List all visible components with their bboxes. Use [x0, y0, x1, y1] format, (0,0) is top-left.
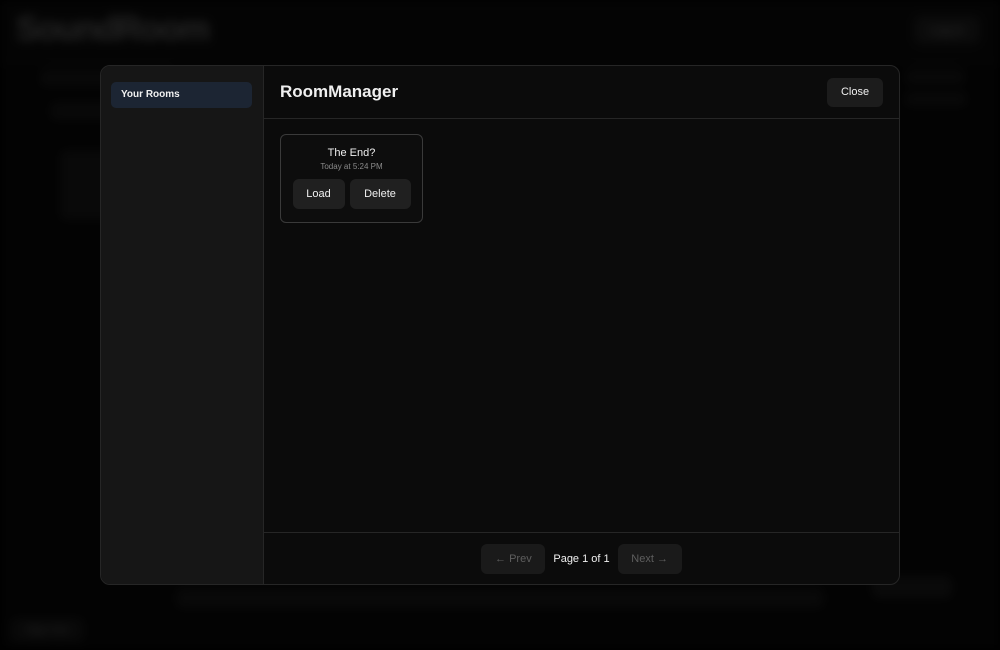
modal-title: RoomManager	[280, 82, 399, 101]
room-manager-modal: Your Rooms RoomManager Close The End? To…	[100, 65, 900, 585]
room-actions: Load Delete	[281, 179, 422, 209]
room-name: The End?	[327, 147, 376, 159]
rooms-grid: The End? Today at 5:24 PM Load Delete	[264, 119, 899, 532]
load-button[interactable]: Load	[292, 179, 345, 209]
sidebar-item-your-rooms[interactable]: Your Rooms	[111, 82, 252, 108]
prev-page-button[interactable]: ← Prev	[481, 543, 546, 574]
room-card: The End? Today at 5:24 PM Load Delete	[280, 134, 423, 223]
modal-main: RoomManager Close The End? Today at 5:24…	[264, 66, 899, 584]
modal-sidebar: Your Rooms	[101, 66, 264, 584]
pagination: ← Prev Page 1 of 1 Next →	[264, 532, 899, 584]
close-button[interactable]: Close	[827, 77, 883, 107]
delete-button[interactable]: Delete	[349, 179, 411, 209]
room-timestamp: Today at 5:24 PM	[320, 162, 383, 171]
next-page-button[interactable]: Next →	[617, 543, 682, 574]
page-indicator: Page 1 of 1	[553, 552, 610, 565]
modal-header: RoomManager Close	[264, 66, 899, 119]
